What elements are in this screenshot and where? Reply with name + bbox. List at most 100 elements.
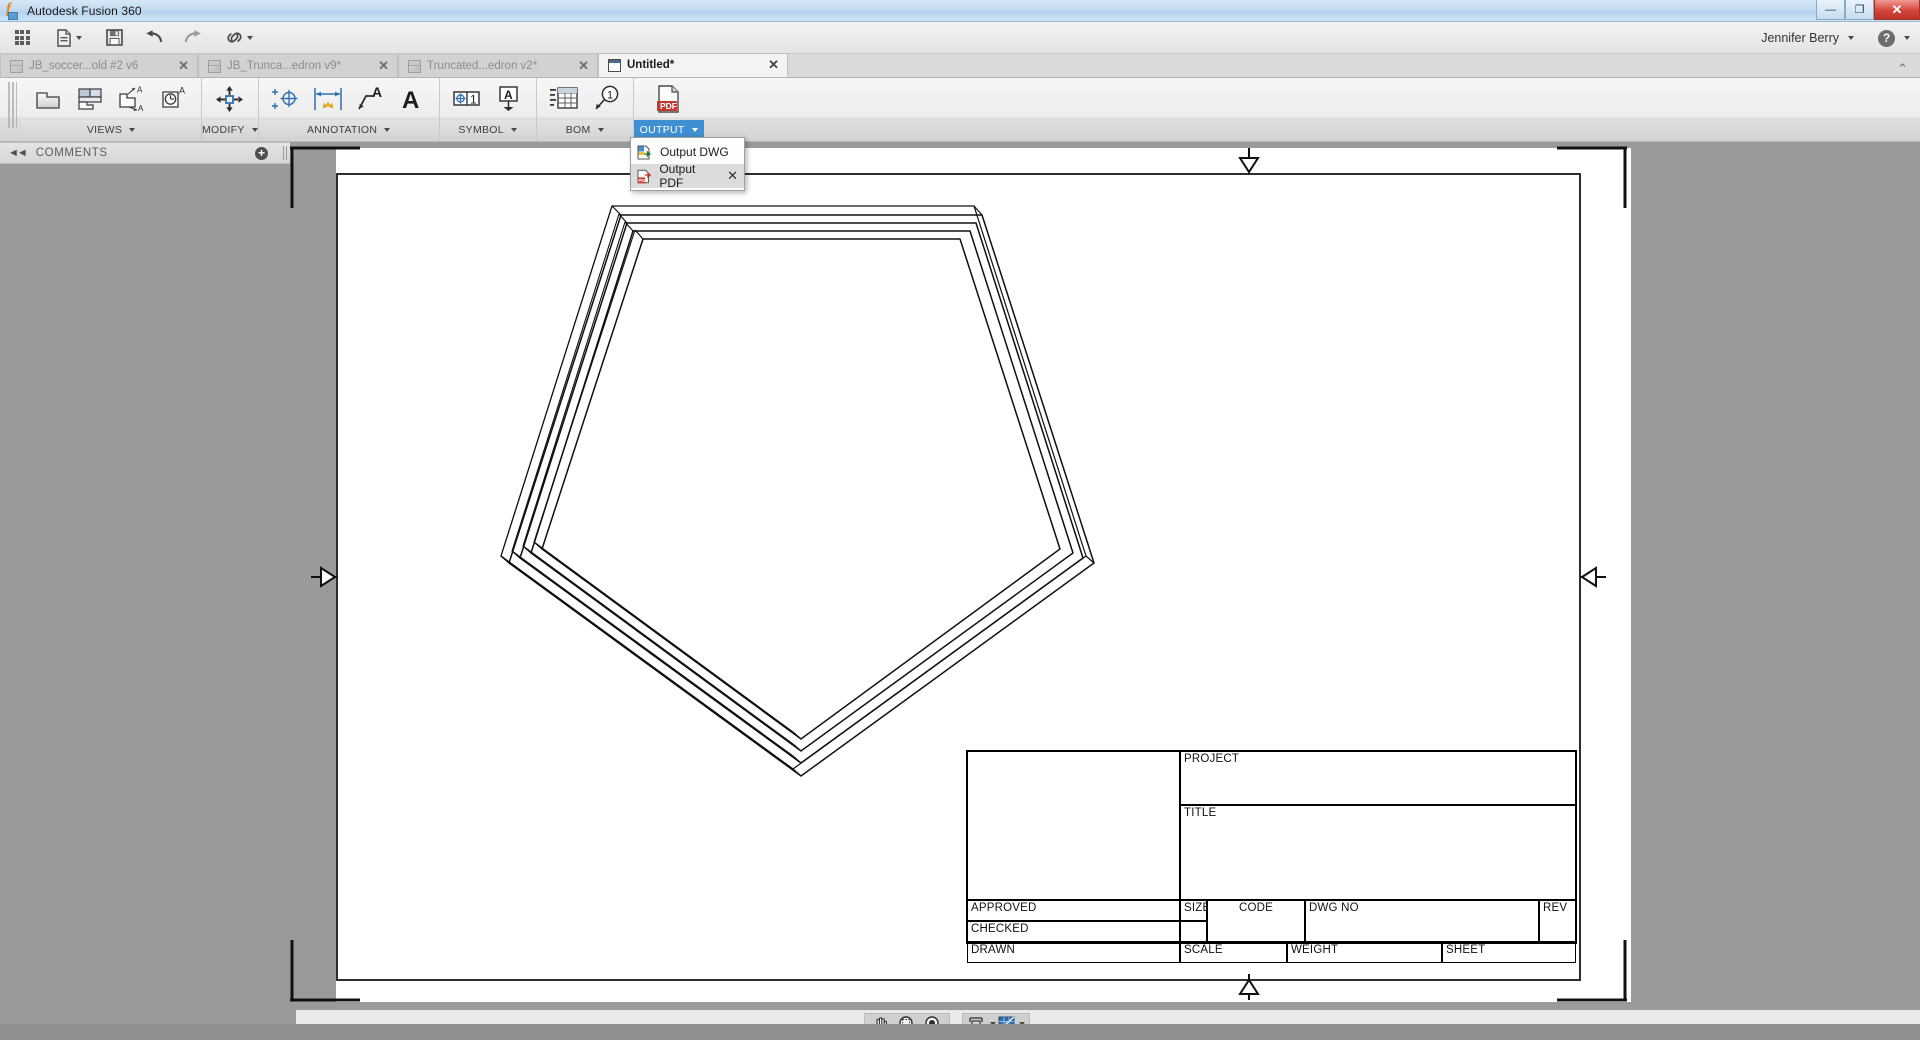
document-tab[interactable]: JB_soccer...old #2 v6 ✕ [0,54,198,77]
ribbon-grip[interactable] [8,82,17,128]
output-pdf-icon: PDF [656,85,679,113]
auxiliary-view-button[interactable]: A A [111,79,153,119]
balloon-button[interactable]: 1 [585,79,627,119]
group-label-text: OUTPUT [639,124,685,136]
chevron-down-icon [384,128,391,132]
group-label-text: ANNOTATION [307,124,378,136]
ribbon-group-label-modify[interactable]: MODIFY [202,120,258,140]
chevron-down-icon[interactable] [1848,36,1854,40]
quick-access-toolbar: Jennifer Berry ? [0,22,1920,54]
svg-text:A: A [402,87,419,113]
leader-text-icon: A [357,85,382,110]
leader-text-button[interactable]: A [349,79,391,119]
user-name-label[interactable]: Jennifer Berry [1761,31,1839,45]
ribbon-group-annotation: A A ANNOTATION [258,78,440,141]
window-controls[interactable]: — ❐ ✕ [1816,0,1920,21]
close-button[interactable]: ✕ [1874,0,1920,20]
title-block[interactable]: PROJECT TITLE APPROVED CHECKED DRAWN SIZ… [966,750,1577,963]
checked-label: CHECKED [971,923,1029,935]
chevron-down-icon [129,128,136,132]
ribbon-group-label-annotation[interactable]: ANNOTATION [258,120,439,140]
output-pdf-button[interactable]: PDF [648,79,690,119]
undo-button[interactable] [139,25,169,51]
maximize-button[interactable]: ❐ [1845,0,1874,20]
svg-text:A: A [137,86,143,95]
link-icon [226,31,242,43]
ribbon-group-label-bom[interactable]: BOM [536,120,633,140]
surface-texture-button[interactable]: A [488,79,530,119]
centerline-button[interactable] [265,79,307,119]
approved-cell[interactable]: APPROVED [967,900,1180,921]
base-view-button[interactable] [27,79,69,119]
close-icon[interactable]: ✕ [574,58,589,74]
rev-cell[interactable]: REV [1539,900,1576,942]
logo-cell[interactable] [967,751,1180,900]
close-icon[interactable]: ✕ [374,58,389,74]
document-tab[interactable]: Truncated...edron v2* ✕ [398,54,598,77]
tabbar-overflow-icon[interactable]: ⌃ [1897,61,1920,77]
ribbon-group-label-views[interactable]: VIEWS [21,120,201,140]
feature-control-frame-icon: 1 [452,91,480,107]
close-icon[interactable]: ✕ [174,58,189,74]
document-tab[interactable]: JB_Trunca...edron v9* ✕ [198,54,398,77]
menu-item-output-pdf[interactable]: PDF Output PDF ✕ [631,162,744,190]
text-icon: A [402,87,419,113]
comments-panel-header[interactable]: ◄◄ COMMENTS + [0,142,296,164]
drawn-cell[interactable]: DRAWN [967,942,1180,963]
project-cell[interactable]: PROJECT [1180,751,1576,805]
detail-view-button[interactable]: A [153,79,195,119]
project-label: PROJECT [1184,753,1240,765]
table-button[interactable] [543,79,585,119]
ribbon-group-bom: 1 BOM [536,78,634,141]
save-button[interactable] [99,25,129,51]
comments-panel-body [0,164,296,1024]
feature-control-frame-button[interactable]: 1 [446,79,488,119]
sheet-cell[interactable]: SHEET [1442,942,1576,963]
show-data-panel-button[interactable] [7,25,37,51]
undo-arrow-icon [145,29,162,42]
link-menu-button[interactable] [219,25,259,51]
size-cell[interactable]: SIZE [1180,900,1207,921]
help-icon[interactable]: ? [1878,29,1895,47]
add-comment-icon[interactable]: + [255,146,268,160]
document-tab-bar: JB_soccer...old #2 v6 ✕ JB_Trunca...edro… [0,53,1920,78]
group-label-text: VIEWS [86,124,123,136]
ribbon-group-views: A A A VIEWS [21,78,202,141]
left-center-arrow [311,566,337,588]
ribbon-group-modify: MODIFY [202,78,259,141]
chevron-down-icon[interactable] [1904,36,1910,40]
ribbon-group-label-symbol[interactable]: SYMBOL [439,120,536,140]
size-value-cell[interactable] [1180,921,1207,942]
grid-icon [14,30,30,45]
checked-cell[interactable]: CHECKED [967,921,1180,942]
collapse-panel-icon[interactable]: ◄◄ [8,147,28,159]
redo-button[interactable] [177,25,207,51]
scale-label: SCALE [1184,944,1223,956]
scale-cell[interactable]: SCALE [1180,942,1287,963]
output-dropdown-menu[interactable]: Output DWG PDF Output PDF ✕ [630,137,745,191]
file-menu-button[interactable] [49,25,89,51]
code-cell[interactable]: CODE [1207,900,1305,942]
base-view-icon [36,92,60,109]
drawing-canvas[interactable]: PROJECT TITLE APPROVED CHECKED DRAWN SIZ… [290,142,1920,1010]
close-icon[interactable]: ✕ [764,57,779,73]
text-button[interactable]: A [391,79,433,119]
file-icon [57,28,71,47]
move-view-button[interactable] [209,79,251,119]
dimension-button[interactable] [307,79,349,119]
menu-item-close-icon[interactable]: ✕ [727,168,738,184]
projected-view-button[interactable] [69,79,111,119]
group-label-text: MODIFY [202,124,245,136]
dwgno-cell[interactable]: DWG NO [1305,900,1539,942]
menu-item-output-dwg[interactable]: Output DWG [631,140,744,164]
tab-label: JB_soccer...old #2 v6 [29,60,139,72]
approved-label: APPROVED [971,902,1037,914]
window-title-bar: Autodesk Fusion 360 — ❐ ✕ [0,0,1920,22]
document-tab-active[interactable]: Untitled* ✕ [598,53,788,77]
weight-cell[interactable]: WEIGHT [1287,942,1442,963]
panel-resize-grip[interactable] [283,146,289,160]
minimize-button[interactable]: — [1816,0,1845,20]
title-cell[interactable]: TITLE [1180,805,1576,900]
balloon-icon: 1 [595,85,618,110]
group-label-text: SYMBOL [458,124,504,136]
